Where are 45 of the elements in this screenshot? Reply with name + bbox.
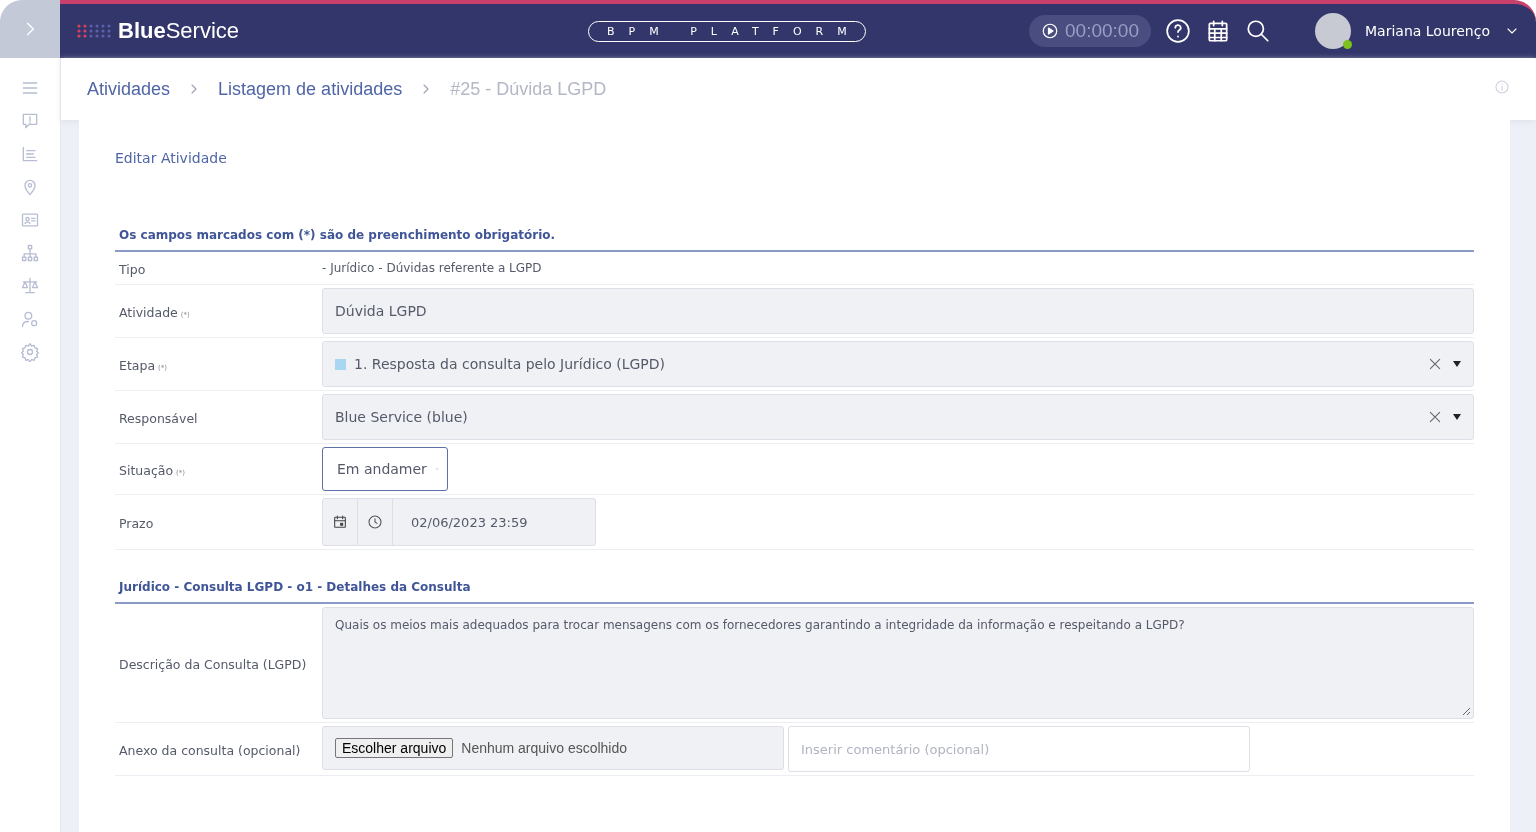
logo-text: BlueService	[118, 18, 240, 44]
field-label: Prazo	[118, 515, 154, 531]
settings-icon[interactable]	[20, 342, 40, 362]
form-title: Editar Atividade	[115, 150, 228, 166]
hierarchy-icon[interactable]	[20, 243, 40, 263]
caret-icon[interactable]	[1453, 361, 1461, 367]
clear-icon[interactable]	[1427, 409, 1443, 425]
field-label: Responsável	[118, 410, 198, 426]
calendar-icon[interactable]	[1205, 18, 1231, 44]
field-label: Tipo	[118, 261, 146, 277]
user-name[interactable]: Mariana Lourenço	[1365, 23, 1490, 39]
select-field[interactable]: 1. Resposta da consulta pelo Jurídico (LGPD)	[322, 341, 1474, 387]
list-icon[interactable]	[20, 144, 40, 164]
field-label: Anexo da consulta (opcional)	[118, 742, 301, 758]
text-field[interactable]: Dúvida LGPD	[322, 288, 1474, 334]
section-heading: Os campos marcados com (*) são de preenchimento obrigatório.	[115, 228, 1474, 252]
clock-icon[interactable]	[367, 514, 383, 530]
field-label: Etapa	[118, 357, 156, 373]
text-area[interactable]: Quais os meios mais adequados para trocar mensagens com os fornecedores garantindo a integridade da informação e respeitando a LGPD?	[322, 607, 1474, 719]
breadcrumb-link[interactable]: Listagem de atividades	[218, 78, 403, 100]
caret-icon[interactable]	[1453, 414, 1461, 420]
info-icon[interactable]	[1494, 79, 1510, 95]
breadcrumb-link[interactable]: Atividades	[87, 78, 171, 100]
help-icon[interactable]	[1165, 18, 1191, 44]
field-value: - Jurídico - Dúvidas referente a LGPD	[322, 261, 543, 275]
file-status: Nenhum arquivo escolhido	[461, 740, 628, 756]
field-label: Descrição da Consulta (LGPD)	[118, 656, 307, 672]
play-icon[interactable]	[1041, 22, 1060, 40]
comment-field[interactable]: Inserir comentário (opcional)	[788, 726, 1250, 772]
choose-file-button[interactable]: Escolher arquivo	[335, 738, 454, 758]
select-field[interactable]: Em andamer	[322, 447, 448, 491]
calendar-icon[interactable]	[332, 514, 348, 530]
clear-icon[interactable]	[1427, 356, 1443, 372]
section-heading: Jurídico - Consulta LGPD - o1 - Detalhes da Consulta	[115, 580, 1474, 604]
scale-icon[interactable]	[20, 276, 40, 296]
speech-bubble-icon[interactable]	[20, 111, 40, 131]
user-gear-icon[interactable]	[20, 309, 40, 329]
select-field[interactable]: Blue Service (blue)	[322, 394, 1474, 440]
date-field[interactable]: 02/06/2023 23:59	[322, 498, 596, 546]
field-label: Situação	[118, 462, 174, 478]
field-label: Atividade	[118, 304, 178, 320]
resize-grip-icon[interactable]	[1462, 707, 1470, 715]
search-icon[interactable]	[1245, 18, 1271, 44]
avatar[interactable]	[1315, 13, 1351, 49]
logo-icon	[76, 23, 112, 39]
